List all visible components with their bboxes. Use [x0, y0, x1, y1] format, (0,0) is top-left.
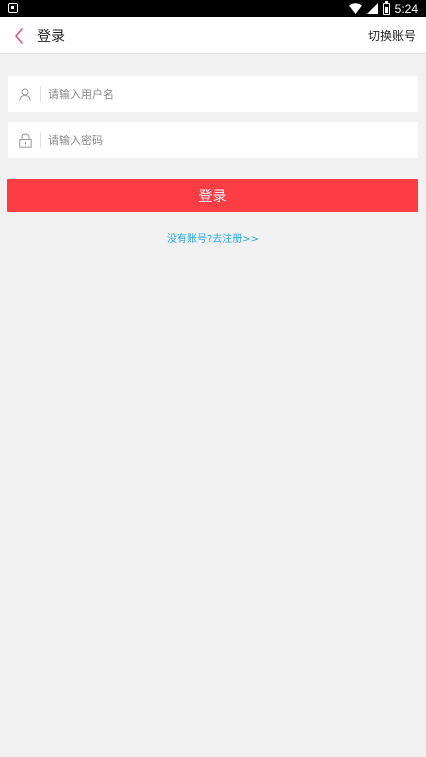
status-icons: 5:24	[348, 0, 418, 16]
page-title: 登录	[37, 29, 65, 45]
password-row	[8, 122, 418, 158]
status-bar: 5:24	[0, 0, 426, 17]
input-divider	[40, 132, 41, 148]
battery-icon	[382, 0, 390, 15]
status-time: 5:24	[394, 1, 418, 16]
chevron-left-icon	[15, 28, 23, 44]
notification-icon	[8, 3, 18, 13]
input-divider	[40, 86, 41, 102]
user-icon	[10, 76, 40, 112]
switch-account-button[interactable]: 切换账号	[368, 27, 416, 44]
login-button[interactable]: 登录	[7, 179, 418, 212]
app-bar: 登录 切换账号	[0, 17, 426, 54]
username-row	[8, 76, 418, 112]
lock-icon	[10, 122, 40, 158]
password-input[interactable]	[48, 122, 418, 158]
register-link[interactable]: 没有账号?去注册>>	[0, 230, 426, 245]
back-button[interactable]	[6, 21, 32, 51]
username-input[interactable]	[48, 76, 418, 112]
signal-icon	[366, 3, 378, 14]
wifi-icon	[348, 3, 362, 14]
